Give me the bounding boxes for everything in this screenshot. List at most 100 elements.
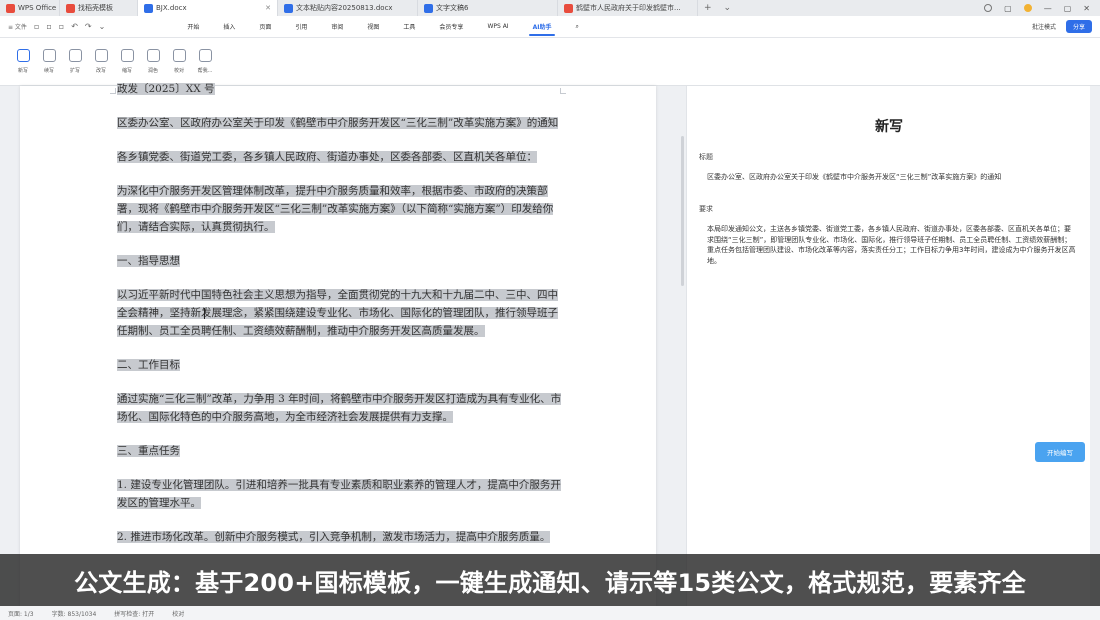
- panel-title: 新写: [875, 119, 903, 135]
- window-mode-icon[interactable]: [984, 4, 993, 12]
- doc-paragraph: 以习近平新时代中国特色社会主义思想为指导，全面贯彻党的十九大和十九届二中、三中、…: [117, 289, 558, 337]
- doc-paragraph: 各乡镇党委、街道党工委，各乡镇人民政府、街道办事处，区委各部委、区直机关各单位：: [117, 151, 537, 163]
- tab-pasted-doc[interactable]: 文本粘贴内容20250813.docx: [278, 0, 418, 16]
- print-icon[interactable]: ▫: [46, 22, 51, 31]
- text-cursor: [204, 308, 205, 319]
- sparkle-icon: [146, 49, 160, 62]
- tab-label: WPS Office: [18, 4, 57, 12]
- document-page[interactable]: 政发〔2025〕XX 号 区委办公室、区政府办公室关于印发《鹤壁市中介服务开发区…: [20, 83, 656, 620]
- doc-heading: 二、工作目标: [117, 359, 180, 371]
- new-tab-button[interactable]: +: [698, 3, 718, 13]
- help-me-button[interactable]: 帮我...: [192, 49, 218, 74]
- quick-access-toolbar: ≡ 文件 ▫ ▫ ▫ ↶ ↷ ⌄: [0, 22, 115, 31]
- tab-bjx-docx[interactable]: BJX.docx ✕: [138, 0, 278, 16]
- undo-icon[interactable]: ↶: [71, 22, 78, 31]
- doc-heading: 一、指导思想: [117, 255, 180, 267]
- status-word-count: 字数: 853/1034: [51, 610, 97, 618]
- pdf-icon: [564, 3, 573, 13]
- start-writing-button[interactable]: 开始编写: [1035, 442, 1085, 462]
- caption-text: 公文生成：基于200+国标模板，一键生成通知、请示等15类公文，格式规范，要素齐…: [74, 568, 1026, 597]
- window-controls: ▢ — ▢ ✕: [984, 4, 1100, 13]
- redo-icon[interactable]: ↷: [85, 22, 92, 31]
- comment-mode-button[interactable]: 批注模式: [1032, 22, 1056, 31]
- menu-review[interactable]: 审阅: [319, 16, 355, 38]
- rewrite-button[interactable]: 改写: [88, 49, 114, 74]
- wps-logo-icon: [6, 3, 15, 13]
- tab-label: 文字文稿6: [436, 4, 469, 12]
- menu-view[interactable]: 视图: [355, 16, 391, 38]
- menu-insert[interactable]: 插入: [211, 16, 247, 38]
- ai-ribbon: 新写 续写 扩写 改写 缩写 润色 校对 帮我...: [0, 38, 1100, 86]
- menu-bar: ≡ 文件 ▫ ▫ ▫ ↶ ↷ ⌄ 开始 插入 页面 引用 审阅 视图 工具 会员…: [0, 16, 1100, 38]
- search-icon[interactable]: ⌕: [563, 16, 590, 38]
- doc-icon: [424, 3, 433, 13]
- doc-paragraph: 政发〔2025〕XX 号: [117, 83, 215, 95]
- minimize-icon[interactable]: —: [1044, 4, 1052, 13]
- document-body[interactable]: 政发〔2025〕XX 号 区委办公室、区政府办公室关于印发《鹤壁市中介服务开发区…: [117, 83, 562, 562]
- video-caption: 公文生成：基于200+国标模板，一键生成通知、请示等15类公文，格式规范，要素齐…: [0, 554, 1100, 606]
- doc-paragraph: 2. 推进市场化改革。创新中介服务模式，引入竞争机制，激发市场活力，提高中介服务…: [117, 531, 551, 543]
- polish-button[interactable]: 润色: [140, 49, 166, 74]
- template-icon: [66, 3, 75, 13]
- tab-text-draft[interactable]: 文字文稿6: [418, 0, 558, 16]
- check-icon: [172, 49, 186, 62]
- close-window-icon[interactable]: ✕: [1083, 4, 1090, 13]
- more-icon[interactable]: ⌄: [99, 22, 106, 31]
- tab-template[interactable]: 找稻壳模板: [60, 0, 138, 16]
- menu-wps-ai[interactable]: WPS AI: [475, 16, 520, 38]
- expand-icon: [68, 49, 82, 62]
- tab-label: 找稻壳模板: [78, 4, 113, 12]
- tab-wps-home[interactable]: WPS Office: [0, 0, 60, 16]
- doc-icon: [144, 3, 153, 13]
- save-icon[interactable]: ▫: [34, 22, 39, 31]
- file-menu-button[interactable]: ≡ 文件: [8, 22, 27, 31]
- menu-right-actions: 批注模式 分享: [1032, 20, 1100, 33]
- tab-label: 鹤壁市人民政府关于印发鹤壁市...: [576, 4, 681, 12]
- status-proofread[interactable]: 校对: [172, 609, 184, 618]
- close-icon[interactable]: ✕: [265, 4, 271, 12]
- menu-tools[interactable]: 工具: [391, 16, 427, 38]
- rewrite-icon: [94, 49, 108, 62]
- continue-write-button[interactable]: 续写: [36, 49, 62, 74]
- doc-icon: [284, 3, 293, 13]
- menu-reference[interactable]: 引用: [283, 16, 319, 38]
- status-page: 页面: 1/3: [8, 610, 34, 618]
- tab-label: 文本粘贴内容20250813.docx: [296, 4, 393, 12]
- doc-paragraph: 通过实施“三化三制”改革，力争用 3 年时间，将鹤壁市中介服务开发区打造成为具有…: [117, 393, 562, 423]
- assistant-icon: [198, 49, 212, 62]
- share-button[interactable]: 分享: [1065, 20, 1092, 33]
- pen-icon: [42, 49, 56, 62]
- ai-new-write-panel: 新写 标题 区委办公室、区政府办公室关于印发《鹤壁市中介服务开发区“三化三制”改…: [686, 86, 1090, 620]
- tab-hebi-pdf[interactable]: 鹤壁市人民政府关于印发鹤壁市...: [558, 0, 698, 16]
- tab-dropdown-icon[interactable]: ⌄: [718, 3, 738, 13]
- requirement-input[interactable]: 本局印发通知公文，主送各乡镇党委、街道党工委，各乡镇人民政府、街道办事处，区委各…: [707, 224, 1077, 266]
- topic-label: 标题: [699, 153, 713, 161]
- menu-home[interactable]: 开始: [175, 16, 211, 38]
- requirement-label: 要求: [699, 205, 713, 213]
- status-spellcheck[interactable]: 拼写检查: 打开: [114, 609, 154, 618]
- new-write-icon: [16, 49, 30, 62]
- shorten-button[interactable]: 缩写: [114, 49, 140, 74]
- avatar[interactable]: [1023, 4, 1032, 12]
- menu-member[interactable]: 会员专享: [427, 16, 475, 38]
- doc-paragraph: 1. 建设专业化管理团队。引进和培养一批具有专业素质和职业素养的管理人才，提高中…: [117, 479, 561, 509]
- doc-heading: 三、重点任务: [117, 445, 180, 457]
- menu-page[interactable]: 页面: [247, 16, 283, 38]
- maximize-icon[interactable]: ▢: [1064, 4, 1072, 13]
- status-bar: 页面: 1/3 字数: 853/1034 拼写检查: 打开 校对: [0, 606, 1100, 620]
- title-tab-bar: WPS Office 找稻壳模板 BJX.docx ✕ 文本粘贴内容202508…: [0, 0, 1100, 16]
- doc-paragraph: 为深化中介服务开发区管理体制改革，提升中介服务质量和效率，根据市委、市政府的决策…: [117, 185, 554, 233]
- tab-label: BJX.docx: [156, 4, 187, 12]
- new-write-button[interactable]: 新写: [10, 49, 36, 74]
- topic-input[interactable]: 区委办公室、区政府办公室关于印发《鹤壁市中介服务开发区“三化三制”改革实施方案》…: [707, 172, 1047, 182]
- export-icon[interactable]: ▫: [59, 22, 64, 31]
- document-canvas: 政发〔2025〕XX 号 区委办公室、区政府办公室关于印发《鹤壁市中介服务开发区…: [0, 83, 1100, 620]
- proofread-button[interactable]: 校对: [166, 49, 192, 74]
- shorten-icon: [120, 49, 134, 62]
- screen-icon[interactable]: ▢: [1004, 4, 1012, 13]
- menu-ai-assistant[interactable]: AI助手: [521, 16, 564, 38]
- expand-button[interactable]: 扩写: [62, 49, 88, 74]
- margin-mark: [110, 88, 116, 94]
- document-scrollbar[interactable]: [681, 136, 684, 286]
- doc-paragraph: 区委办公室、区政府办公室关于印发《鹤壁市中介服务开发区“三化三制”改革实施方案》…: [117, 117, 559, 129]
